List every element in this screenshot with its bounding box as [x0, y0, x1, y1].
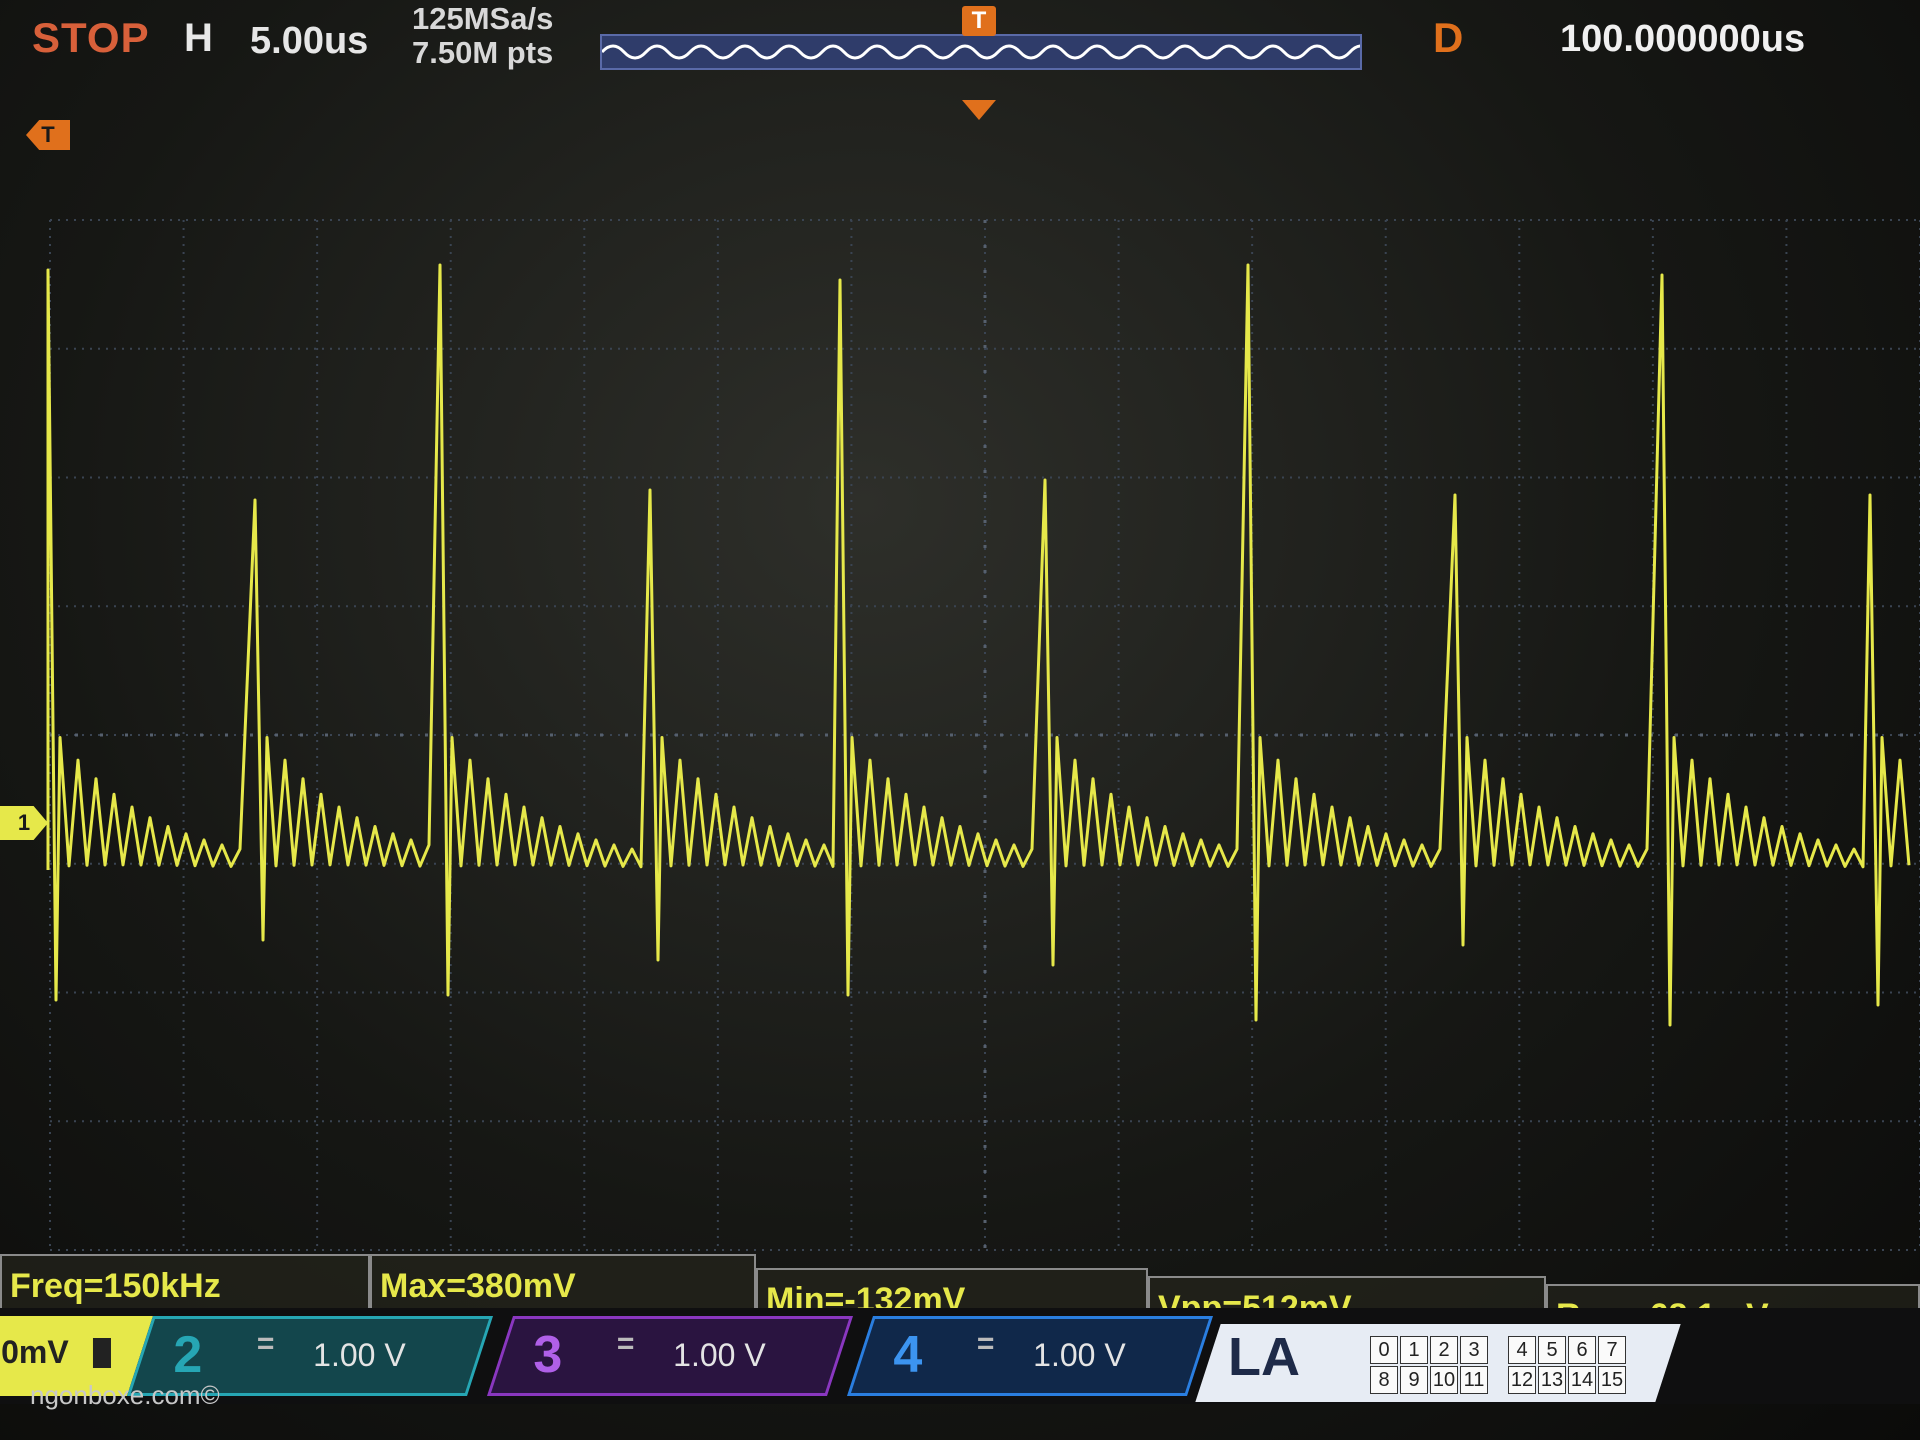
measurement-max[interactable]: Max=380mV: [370, 1254, 756, 1316]
measurement-bar: Freq=150kHz Max=380mV Min=-132mV Vpp=512…: [0, 1254, 1920, 1346]
la-channel-9: 9: [1400, 1366, 1428, 1394]
acquisition-info: 125MSa/s 7.50M pts: [412, 2, 553, 70]
la-channels-0-11: 0 1 2 3 8 9 10 11: [1370, 1336, 1488, 1394]
graticule: [49, 219, 1920, 1251]
la-channel-15: 15: [1598, 1366, 1626, 1394]
la-channel-6: 6: [1568, 1336, 1596, 1364]
waveform-display[interactable]: [0, 150, 1920, 1260]
ch1-waveform-trace: [46, 263, 1911, 1027]
ch2-scale: 1.00 V: [313, 1337, 406, 1373]
horizontal-delay-value[interactable]: 100.000000us: [1560, 18, 1805, 61]
la-channel-8: 8: [1370, 1366, 1398, 1394]
ch4-coupling: =: [976, 1327, 995, 1360]
ch1-scale: 0mV: [1, 1334, 69, 1370]
la-channel-3: 3: [1460, 1336, 1488, 1364]
la-channels-4-15: 4 5 6 7 12 13 14 15: [1508, 1336, 1626, 1394]
ch4-number: 4: [893, 1326, 923, 1384]
trigger-level-icon[interactable]: T: [26, 120, 70, 150]
la-channel-10: 10: [1430, 1366, 1458, 1394]
la-channel-4: 4: [1508, 1336, 1536, 1364]
la-channel-11: 11: [1460, 1366, 1488, 1394]
watermark: ngonboxe.com©: [30, 1380, 220, 1410]
measurement-frequency[interactable]: Freq=150kHz: [0, 1254, 370, 1316]
ch4-settings[interactable]: 4 = 1.00 V: [847, 1316, 1213, 1396]
horizontal-label: H: [184, 16, 213, 60]
la-channel-1: 1: [1400, 1336, 1428, 1364]
ch3-number: 3: [533, 1326, 563, 1384]
memory-depth: 7.50M pts: [412, 35, 554, 70]
la-channel-5: 5: [1538, 1336, 1566, 1364]
timebase-value[interactable]: 5.00us: [250, 20, 368, 63]
la-channel-13: 13: [1538, 1366, 1566, 1394]
la-channel-0: 0: [1370, 1336, 1398, 1364]
ch3-settings[interactable]: 3 = 1.00 V: [487, 1316, 853, 1396]
la-channel-12: 12: [1508, 1366, 1536, 1394]
memory-waveform-icon: [600, 44, 1374, 60]
run-stop-status[interactable]: STOP: [32, 14, 150, 62]
sample-rate: 125MSa/s: [412, 1, 554, 36]
la-channel-2: 2: [1430, 1336, 1458, 1364]
la-channel-14: 14: [1568, 1366, 1596, 1394]
memory-overview-strip[interactable]: [600, 34, 1374, 70]
trigger-arrow-icon[interactable]: [962, 100, 996, 120]
ch4-scale: 1.00 V: [1033, 1337, 1126, 1373]
ch2-number: 2: [173, 1326, 203, 1384]
logic-analyzer-label: LA: [1228, 1327, 1300, 1387]
ch2-coupling: =: [256, 1327, 275, 1360]
ch1-coupling-icon: [92, 1338, 111, 1368]
la-channel-7: 7: [1598, 1336, 1626, 1364]
trigger-position-marker[interactable]: T: [962, 6, 996, 36]
ch3-scale: 1.00 V: [673, 1337, 766, 1373]
ch3-coupling: =: [616, 1327, 635, 1360]
delay-label: D: [1433, 14, 1464, 61]
status-bar: STOP H 5.00us 125MSa/s 7.50M pts T D 100…: [0, 0, 1920, 100]
